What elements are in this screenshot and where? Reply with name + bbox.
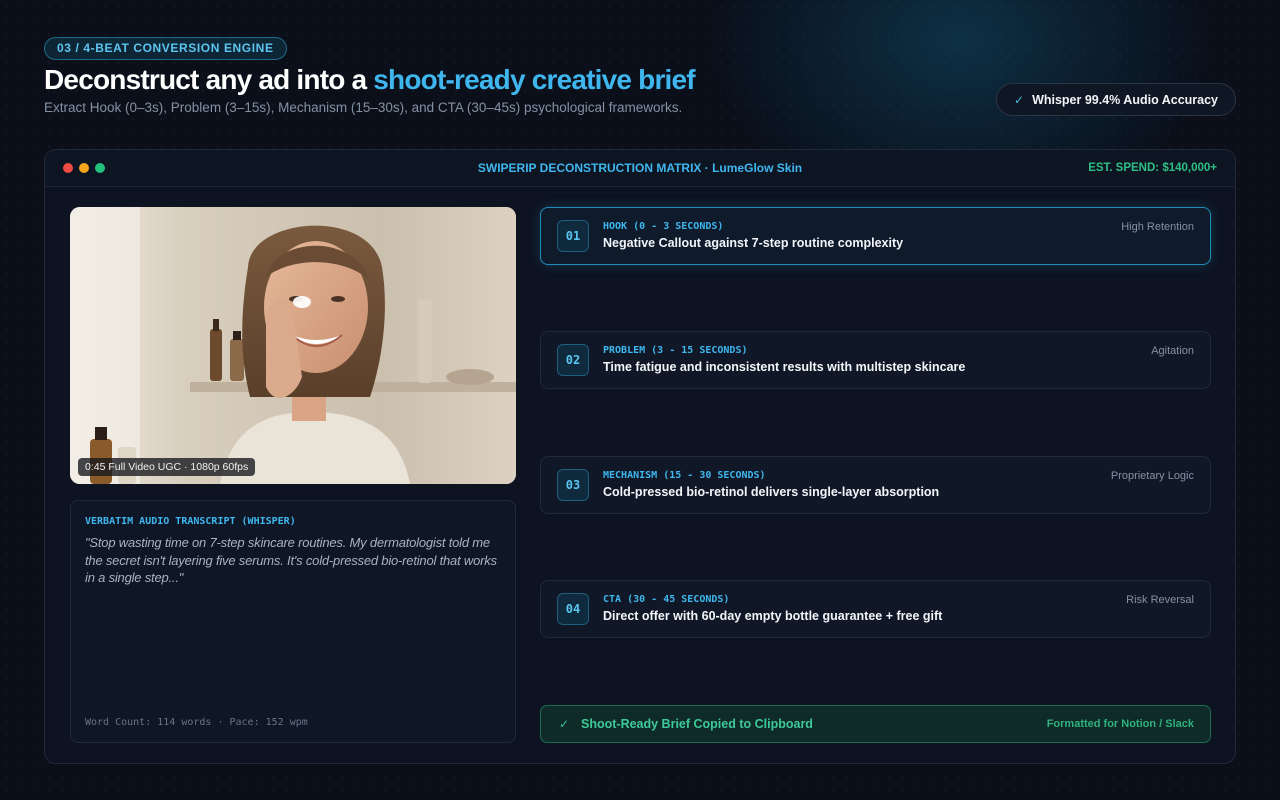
beat-card-cta[interactable]: 04 CTA (30 - 45 SECONDS) Direct offer wi… xyxy=(540,580,1211,638)
page-title: Deconstruct any ad into a shoot-ready cr… xyxy=(44,64,696,96)
video-caption: 0:45 Full Video UGC · 1080p 60fps xyxy=(78,458,256,476)
accuracy-badge-label: Whisper 99.4% Audio Accuracy xyxy=(1032,92,1218,107)
beat-label: CTA (30 - 45 SECONDS) xyxy=(603,594,730,605)
estimated-spend: EST. SPEND: $140,000+ xyxy=(1088,162,1217,174)
beat-title: Time fatigue and inconsistent results wi… xyxy=(603,360,966,374)
title-accent: shoot-ready creative brief xyxy=(373,64,695,95)
panel-title: SWIPERIP DECONSTRUCTION MATRIX · LumeGlo… xyxy=(477,161,803,175)
beat-tag: Agitation xyxy=(1151,345,1194,357)
video-player[interactable]: 0:45 Full Video UGC · 1080p 60fps xyxy=(70,207,516,484)
beat-card-hook[interactable]: 01 HOOK (0 - 3 SECONDS) Negative Callout… xyxy=(540,207,1211,265)
beat-number: 01 xyxy=(557,220,589,252)
page-subtitle: Extract Hook (0–3s), Problem (3–15s), Me… xyxy=(44,100,683,115)
copied-status-text: Shoot-Ready Brief Copied to Clipboard xyxy=(581,717,813,731)
beat-label: HOOK (0 - 3 SECONDS) xyxy=(603,221,724,232)
beat-number: 04 xyxy=(557,593,589,625)
panel-titlebar: SWIPERIP DECONSTRUCTION MATRIX · LumeGlo… xyxy=(45,150,1235,187)
section-eyebrow: 03 / 4-BEAT CONVERSION ENGINE xyxy=(44,37,287,60)
beat-title: Cold-pressed bio-retinol delivers single… xyxy=(603,485,940,499)
beat-title: Direct offer with 60-day empty bottle gu… xyxy=(603,609,943,623)
copied-status-bar: ✓ Shoot-Ready Brief Copied to Clipboard … xyxy=(540,705,1211,743)
beat-number: 03 xyxy=(557,469,589,501)
transcript-text: "Stop wasting time on 7-step skincare ro… xyxy=(85,535,497,585)
beat-card-mechanism[interactable]: 03 MECHANISM (15 - 30 SECONDS) Cold-pres… xyxy=(540,456,1211,514)
accuracy-badge: ✓ Whisper 99.4% Audio Accuracy xyxy=(996,83,1236,116)
format-note: Formatted for Notion / Slack xyxy=(1046,718,1194,730)
beat-tag: High Retention xyxy=(1121,221,1194,233)
beat-title: Negative Callout against 7-step routine … xyxy=(603,236,904,250)
check-icon: ✓ xyxy=(559,717,570,731)
title-prefix: Deconstruct any ad into a xyxy=(44,64,374,95)
deconstruction-panel: SWIPERIP DECONSTRUCTION MATRIX · LumeGlo… xyxy=(44,149,1236,764)
transcript-stats: Word Count: 114 words · Pace: 152 wpm xyxy=(85,717,308,728)
ad-video-frame xyxy=(70,207,516,484)
transcript-card: VERBATIM AUDIO TRANSCRIPT (WHISPER) "Sto… xyxy=(70,500,516,743)
beat-tag: Risk Reversal xyxy=(1126,594,1194,606)
transcript-label: VERBATIM AUDIO TRANSCRIPT (WHISPER) xyxy=(85,516,296,527)
beat-tag: Proprietary Logic xyxy=(1110,470,1194,482)
beat-card-problem[interactable]: 02 PROBLEM (3 - 15 SECONDS) Time fatigue… xyxy=(540,331,1211,389)
beat-label: MECHANISM (15 - 30 SECONDS) xyxy=(603,470,766,481)
check-icon: ✓ xyxy=(1014,92,1025,107)
beat-label: PROBLEM (3 - 15 SECONDS) xyxy=(603,345,748,356)
beat-number: 02 xyxy=(557,344,589,376)
